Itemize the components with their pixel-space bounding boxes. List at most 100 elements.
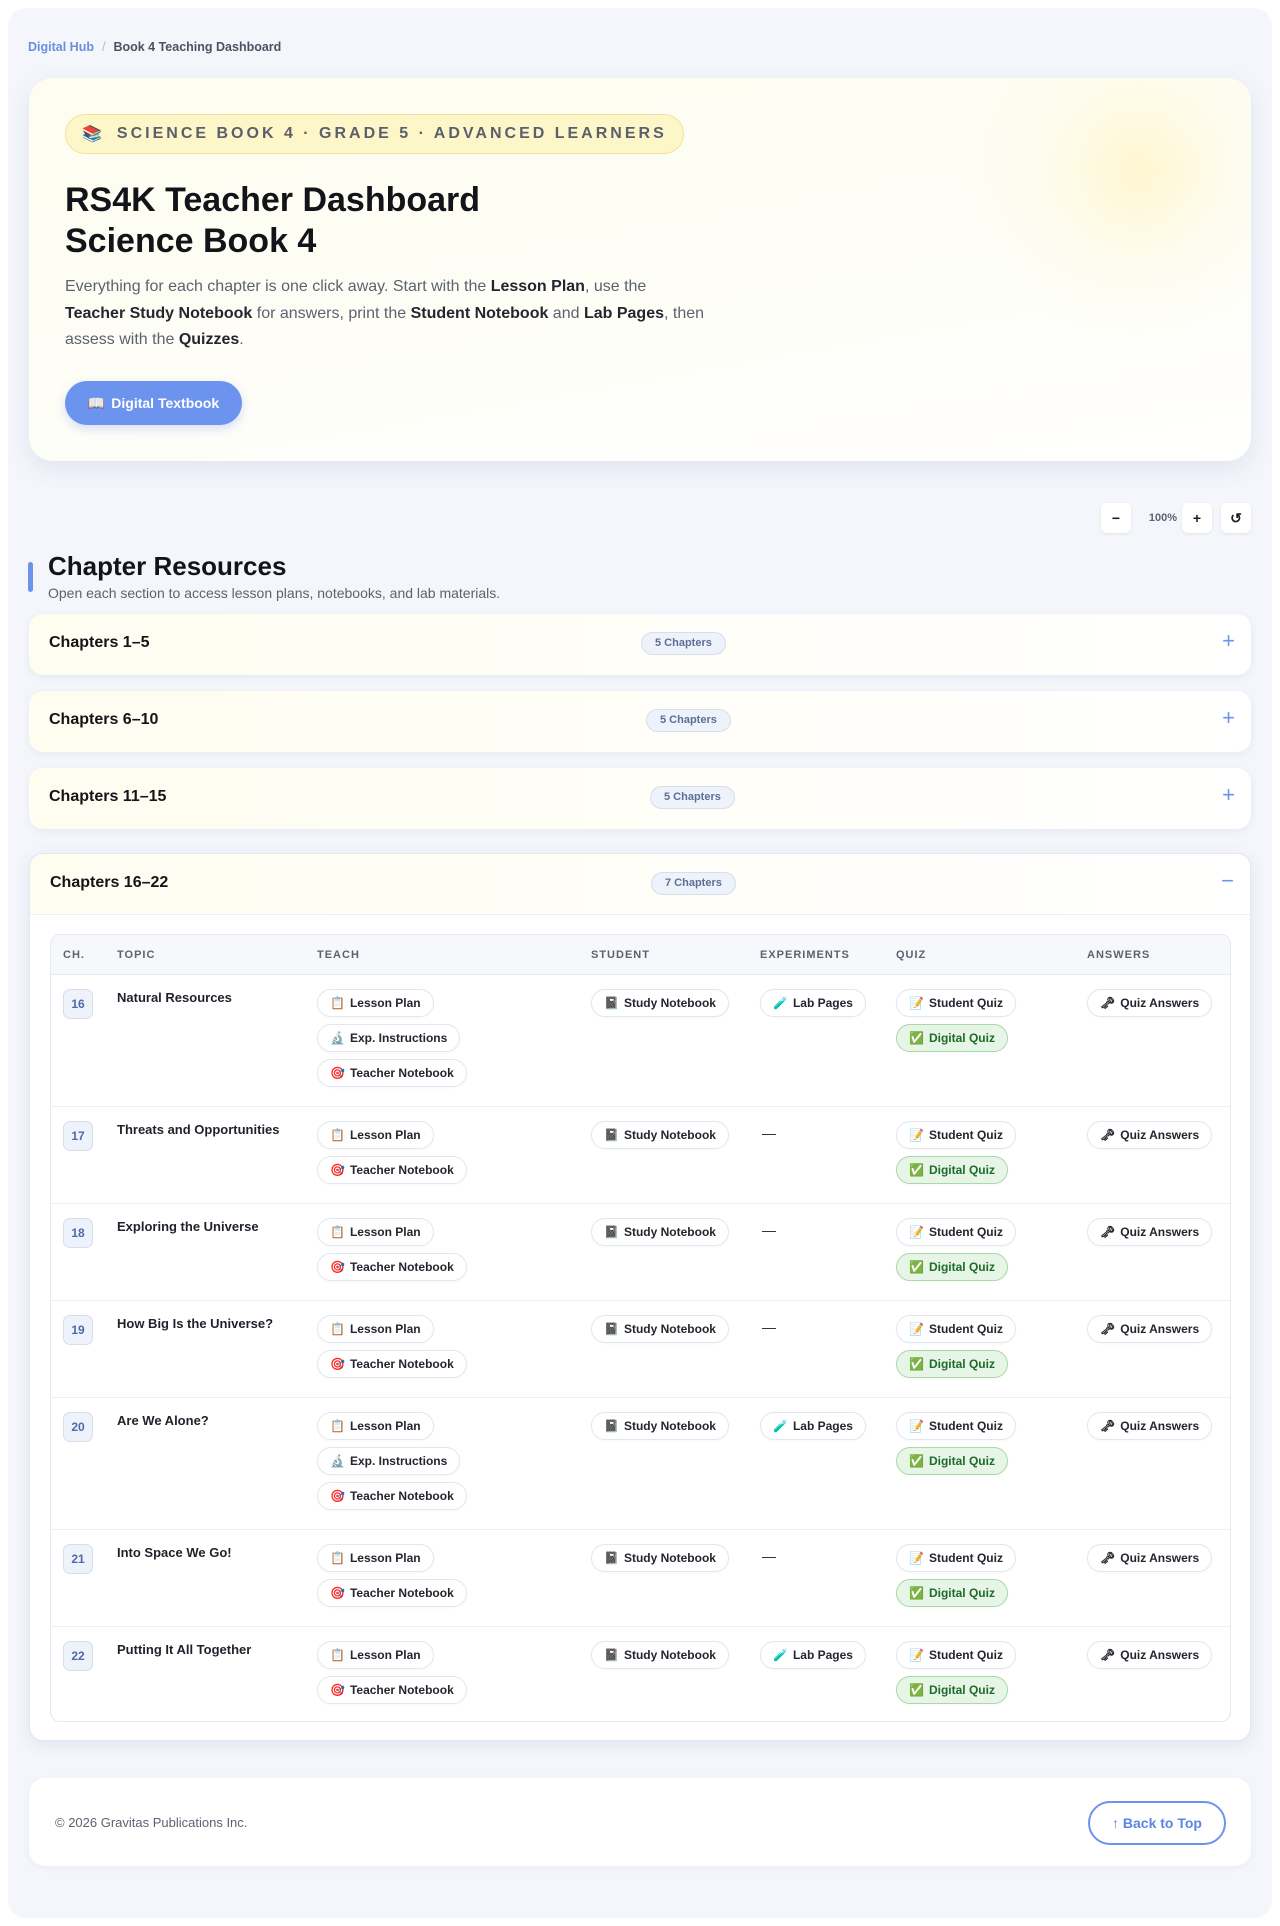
accordion-header[interactable]: Chapters 16–22 7 Chapters −: [30, 854, 1250, 915]
accordion-chapters-6-10[interactable]: Chapters 6–10 5 Chapters +: [29, 691, 1251, 752]
digital-quiz-button[interactable]: ✅ Digital Quiz: [896, 1579, 1008, 1607]
lesson-plan-button[interactable]: 📋 Lesson Plan: [317, 1544, 434, 1572]
study-notebook-button[interactable]: 📓 Study Notebook: [591, 1315, 729, 1343]
back-to-top-button[interactable]: ↑ Back to Top: [1088, 1801, 1226, 1845]
chapter-number-badge: 18: [63, 1218, 93, 1248]
quiz-answers-label: Quiz Answers: [1120, 1128, 1200, 1142]
student-quiz-button[interactable]: 📝 Student Quiz: [896, 1315, 1016, 1343]
student-quiz-button[interactable]: 📝 Student Quiz: [896, 1121, 1016, 1149]
quiz-answers-icon: 🗝: [1100, 1322, 1116, 1336]
zoom-in-button[interactable]: +: [1182, 503, 1212, 533]
accordion-chapters-11-15[interactable]: Chapters 11–15 5 Chapters +: [29, 768, 1251, 829]
answers-cell: 🗝 Quiz Answers: [1087, 989, 1213, 1017]
breadcrumb: Digital Hub / Book 4 Teaching Dashboard: [28, 40, 281, 54]
experiments-cell: 🧪 Lab Pages: [760, 1412, 866, 1440]
digital-quiz-button[interactable]: ✅ Digital Quiz: [896, 1253, 1008, 1281]
quiz-answers-button[interactable]: 🗝 Quiz Answers: [1087, 1121, 1213, 1149]
study-notebook-button[interactable]: 📓 Study Notebook: [591, 989, 729, 1017]
lesson-plan-label: Lesson Plan: [349, 1225, 421, 1239]
digital-quiz-icon: ✅: [909, 1683, 924, 1697]
lesson-plan-button[interactable]: 📋 Lesson Plan: [317, 989, 434, 1017]
collapse-icon[interactable]: −: [1221, 868, 1234, 894]
zoom-out-button[interactable]: −: [1101, 503, 1131, 533]
quiz-answers-button[interactable]: 🗝 Quiz Answers: [1087, 1641, 1213, 1669]
quiz-answers-icon: 🗝: [1100, 1551, 1116, 1565]
breadcrumb-separator: /: [101, 40, 106, 54]
study-notebook-label: Study Notebook: [623, 1128, 716, 1142]
study-notebook-icon: 📓: [604, 996, 619, 1010]
digital-quiz-button[interactable]: ✅ Digital Quiz: [896, 1447, 1008, 1475]
teacher-notebook-icon: 🎯: [330, 1357, 345, 1371]
digital-textbook-button[interactable]: 📖 Digital Textbook: [65, 381, 242, 425]
teacher-notebook-button[interactable]: 🎯 Teacher Notebook: [317, 1482, 467, 1510]
student-cell: 📓 Study Notebook: [591, 1315, 729, 1343]
exp-instructions-button[interactable]: 🔬 Exp. Instructions: [317, 1024, 461, 1052]
section-title: Chapter Resources: [48, 551, 287, 581]
teacher-notebook-button[interactable]: 🎯 Teacher Notebook: [317, 1156, 467, 1184]
student-quiz-label: Student Quiz: [928, 1225, 1003, 1239]
teacher-notebook-button[interactable]: 🎯 Teacher Notebook: [317, 1059, 467, 1087]
expand-icon[interactable]: +: [1222, 705, 1235, 731]
chapter-count-badge: 5 Chapters: [641, 632, 726, 655]
lesson-plan-button[interactable]: 📋 Lesson Plan: [317, 1121, 434, 1149]
digital-quiz-button[interactable]: ✅ Digital Quiz: [896, 1350, 1008, 1378]
study-notebook-button[interactable]: 📓 Study Notebook: [591, 1218, 729, 1246]
student-quiz-button[interactable]: 📝 Student Quiz: [896, 1641, 1016, 1669]
lab-pages-icon: 🧪: [773, 996, 788, 1010]
student-cell: 📓 Study Notebook: [591, 1121, 729, 1149]
accordion-chapters-1-5[interactable]: Chapters 1–5 5 Chapters +: [29, 614, 1251, 675]
expand-icon[interactable]: +: [1222, 628, 1235, 654]
study-notebook-button[interactable]: 📓 Study Notebook: [591, 1544, 729, 1572]
study-notebook-label: Study Notebook: [623, 1322, 716, 1336]
student-quiz-icon: 📝: [909, 996, 924, 1010]
table-row: 17 Threats and Opportunities 📋 Lesson Plan 🎯…: [51, 1107, 1230, 1204]
digital-quiz-button[interactable]: ✅ Digital Quiz: [896, 1024, 1008, 1052]
teacher-notebook-button[interactable]: 🎯 Teacher Notebook: [317, 1350, 467, 1378]
student-quiz-icon: 📝: [909, 1419, 924, 1433]
experiments-cell: 🧪 Lab Pages: [760, 989, 866, 1017]
exp-instructions-button[interactable]: 🔬 Exp. Instructions: [317, 1447, 461, 1475]
study-notebook-button[interactable]: 📓 Study Notebook: [591, 1641, 729, 1669]
study-notebook-button[interactable]: 📓 Study Notebook: [591, 1412, 729, 1440]
lesson-plan-button[interactable]: 📋 Lesson Plan: [317, 1641, 434, 1669]
expand-icon[interactable]: +: [1222, 782, 1235, 808]
student-quiz-button[interactable]: 📝 Student Quiz: [896, 989, 1016, 1017]
digital-quiz-button[interactable]: ✅ Digital Quiz: [896, 1156, 1008, 1184]
teacher-notebook-button[interactable]: 🎯 Teacher Notebook: [317, 1676, 467, 1704]
teacher-notebook-button[interactable]: 🎯 Teacher Notebook: [317, 1253, 467, 1281]
student-quiz-button[interactable]: 📝 Student Quiz: [896, 1544, 1016, 1572]
study-notebook-icon: 📓: [604, 1225, 619, 1239]
lesson-plan-button[interactable]: 📋 Lesson Plan: [317, 1412, 434, 1440]
student-cell: 📓 Study Notebook: [591, 1641, 729, 1669]
lesson-plan-button[interactable]: 📋 Lesson Plan: [317, 1315, 434, 1343]
lab-pages-button[interactable]: 🧪 Lab Pages: [760, 989, 866, 1017]
digital-quiz-button[interactable]: ✅ Digital Quiz: [896, 1676, 1008, 1704]
breadcrumb-link-digital-hub[interactable]: Digital Hub: [28, 40, 94, 54]
quiz-answers-button[interactable]: 🗝 Quiz Answers: [1087, 989, 1213, 1017]
zoom-reset-button[interactable]: ↺: [1221, 503, 1251, 533]
study-notebook-label: Study Notebook: [623, 1648, 716, 1662]
hero-panel: 📚 SCIENCE BOOK 4 · GRADE 5 · ADVANCED LE…: [29, 78, 1251, 461]
study-notebook-button[interactable]: 📓 Study Notebook: [591, 1121, 729, 1149]
chapter-number-badge: 20: [63, 1412, 93, 1442]
quiz-answers-button[interactable]: 🗝 Quiz Answers: [1087, 1315, 1213, 1343]
student-quiz-label: Student Quiz: [928, 1419, 1003, 1433]
student-quiz-button[interactable]: 📝 Student Quiz: [896, 1412, 1016, 1440]
student-quiz-button[interactable]: 📝 Student Quiz: [896, 1218, 1016, 1246]
lab-pages-button[interactable]: 🧪 Lab Pages: [760, 1412, 866, 1440]
quiz-answers-button[interactable]: 🗝 Quiz Answers: [1087, 1218, 1213, 1246]
quiz-cell: 📝 Student Quiz ✅ Digital Quiz: [896, 1315, 1016, 1378]
teacher-notebook-button[interactable]: 🎯 Teacher Notebook: [317, 1579, 467, 1607]
quiz-answers-button[interactable]: 🗝 Quiz Answers: [1087, 1412, 1213, 1440]
lab-pages-button[interactable]: 🧪 Lab Pages: [760, 1641, 866, 1669]
column-header-topic: TOPIC: [117, 949, 156, 961]
quiz-answers-button[interactable]: 🗝 Quiz Answers: [1087, 1544, 1213, 1572]
student-quiz-label: Student Quiz: [928, 996, 1003, 1010]
answers-cell: 🗝 Quiz Answers: [1087, 1121, 1213, 1149]
hero-badge: 📚 SCIENCE BOOK 4 · GRADE 5 · ADVANCED LE…: [65, 114, 684, 154]
column-header-answers: ANSWERS: [1087, 949, 1151, 961]
lesson-plan-button[interactable]: 📋 Lesson Plan: [317, 1218, 434, 1246]
quiz-cell: 📝 Student Quiz ✅ Digital Quiz: [896, 989, 1016, 1052]
chapter-topic: Natural Resources: [117, 990, 232, 1005]
digital-quiz-label: Digital Quiz: [928, 1586, 995, 1600]
